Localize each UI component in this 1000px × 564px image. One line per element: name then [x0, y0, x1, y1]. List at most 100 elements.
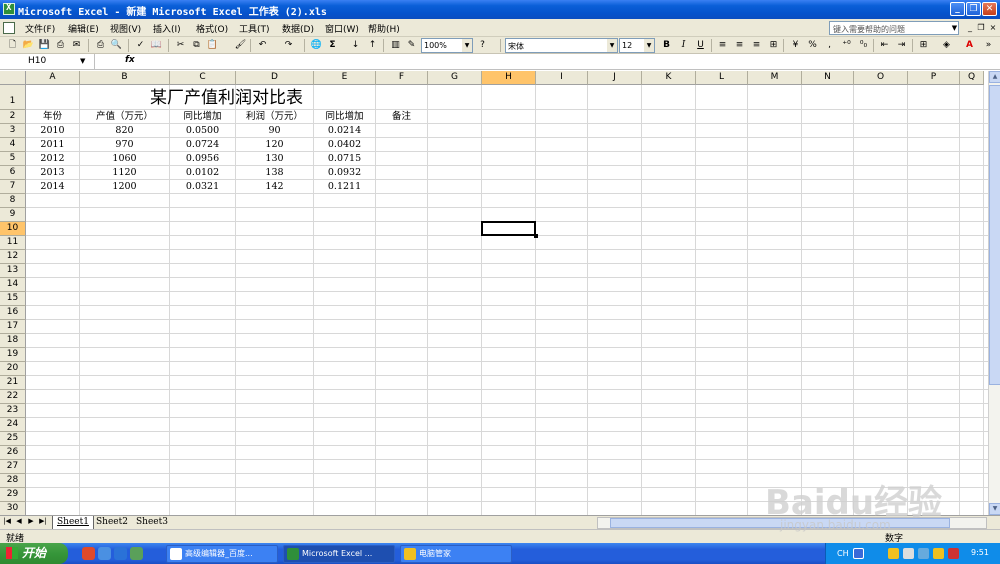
column-header-p[interactable]: P	[908, 71, 960, 85]
header-cell[interactable]: 同比增加	[314, 110, 375, 123]
name-box[interactable]: H10 ▼	[0, 54, 95, 69]
data-cell[interactable]: 90	[236, 124, 313, 137]
data-cell[interactable]: 0.0715	[314, 152, 375, 165]
column-header-g[interactable]: G	[428, 71, 482, 85]
start-button[interactable]: 开始	[0, 543, 68, 564]
data-cell[interactable]: 130	[236, 152, 313, 165]
font-name-select[interactable]: 宋体 ▼	[505, 38, 618, 53]
data-cell[interactable]: 2012	[26, 152, 79, 165]
autosum-icon[interactable]: Σ	[326, 39, 339, 52]
column-header-a[interactable]: A	[26, 71, 80, 85]
chevron-down-icon[interactable]: ▼	[950, 21, 959, 35]
volume-icon[interactable]	[918, 548, 929, 559]
close-button[interactable]: ✕	[982, 2, 997, 16]
undo-icon[interactable]: ↶	[256, 39, 269, 52]
column-header-c[interactable]: C	[170, 71, 236, 85]
row-header-7[interactable]: 7	[0, 180, 26, 194]
row-header-21[interactable]: 21	[0, 376, 26, 390]
scroll-down-icon[interactable]: ▼	[989, 503, 1000, 515]
taskbar-item-editor[interactable]: 高级编辑器_百度...	[166, 545, 278, 563]
row-header-17[interactable]: 17	[0, 320, 26, 334]
zoom-select[interactable]: 100% ▼	[421, 38, 473, 53]
sort-descending-icon[interactable]: ↑	[366, 39, 379, 52]
row-header-1[interactable]: 1	[0, 85, 26, 110]
row-header-22[interactable]: 22	[0, 390, 26, 404]
worksheet-grid[interactable]: 某厂产值利润对比表 年份 产值（万元） 同比增加 利润（万元） 同比增加 备注 2010 820…	[26, 85, 988, 515]
paste-icon[interactable]: 📋	[206, 39, 219, 52]
row-header-20[interactable]: 20	[0, 362, 26, 376]
column-header-o[interactable]: O	[854, 71, 908, 85]
column-header-n[interactable]: N	[802, 71, 854, 85]
italic-button[interactable]: I	[677, 39, 690, 52]
column-header-m[interactable]: M	[748, 71, 802, 85]
permission-icon[interactable]: ⎙	[54, 39, 67, 52]
menu-file[interactable]: 文件(F)	[25, 22, 55, 35]
document-icon[interactable]	[3, 22, 15, 34]
comma-icon[interactable]: ,	[823, 39, 836, 52]
font-color-icon[interactable]: A	[963, 39, 976, 52]
merge-center-icon[interactable]: ⊞	[767, 39, 780, 52]
percent-button[interactable]: %	[806, 39, 819, 52]
align-left-icon[interactable]: ≡	[716, 39, 729, 52]
align-right-icon[interactable]: ≡	[750, 39, 763, 52]
row-header-15[interactable]: 15	[0, 292, 26, 306]
row-header-28[interactable]: 28	[0, 474, 26, 488]
data-cell[interactable]: 820	[80, 124, 169, 137]
browser-icon[interactable]	[82, 547, 95, 560]
column-header-b[interactable]: B	[80, 71, 170, 85]
decrease-indent-icon[interactable]: ⇤	[878, 39, 891, 52]
row-header-23[interactable]: 23	[0, 404, 26, 418]
taskbar-item-pcmanager[interactable]: 电脑管家	[400, 545, 512, 563]
menu-view[interactable]: 视图(V)	[110, 22, 141, 35]
chevron-down-icon[interactable]: ▼	[80, 57, 85, 65]
format-painter-icon[interactable]: 🖌	[234, 39, 247, 52]
save-icon[interactable]: 💾	[38, 39, 51, 52]
currency-icon[interactable]: ¥	[789, 39, 802, 52]
next-sheet-icon[interactable]: ▶	[26, 517, 36, 525]
print-preview-icon[interactable]: 🔍	[110, 39, 123, 52]
print-icon[interactable]: ⎙	[94, 39, 107, 52]
ie-icon[interactable]	[114, 547, 127, 560]
data-cell[interactable]: 0.0214	[314, 124, 375, 137]
font-size-select[interactable]: 12 ▼	[619, 38, 655, 53]
data-cell[interactable]: 142	[236, 180, 313, 193]
row-header-25[interactable]: 25	[0, 432, 26, 446]
menu-window[interactable]: 窗口(W)	[325, 22, 359, 35]
data-cell[interactable]: 0.0321	[170, 180, 235, 193]
fill-color-icon[interactable]: ◈	[940, 39, 953, 52]
column-header-e[interactable]: E	[314, 71, 376, 85]
data-cell[interactable]: 0.0500	[170, 124, 235, 137]
underline-button[interactable]: U	[694, 39, 707, 52]
row-header-8[interactable]: 8	[0, 194, 26, 208]
shield-icon[interactable]	[888, 548, 899, 559]
scroll-thumb[interactable]	[989, 85, 1000, 385]
data-cell[interactable]: 0.0956	[170, 152, 235, 165]
data-cell[interactable]: 1120	[80, 166, 169, 179]
minimize-button[interactable]: _	[950, 2, 965, 16]
menu-insert[interactable]: 插入(I)	[153, 22, 181, 35]
borders-icon[interactable]: ⊞	[917, 39, 930, 52]
row-header-9[interactable]: 9	[0, 208, 26, 222]
row-header-5[interactable]: 5	[0, 152, 26, 166]
menu-help[interactable]: 帮助(H)	[368, 22, 400, 35]
mail-icon[interactable]: ✉	[70, 39, 83, 52]
sheet-title-cell[interactable]: 某厂产值利润对比表	[26, 85, 427, 109]
menu-edit[interactable]: 编辑(E)	[68, 22, 99, 35]
header-cell[interactable]: 同比增加	[170, 110, 235, 123]
data-cell[interactable]: 1200	[80, 180, 169, 193]
row-header-19[interactable]: 19	[0, 348, 26, 362]
row-header-6[interactable]: 6	[0, 166, 26, 180]
first-sheet-icon[interactable]: |◀	[2, 517, 12, 525]
increase-indent-icon[interactable]: ⇥	[895, 39, 908, 52]
data-cell[interactable]: 0.0724	[170, 138, 235, 151]
security-icon[interactable]	[948, 548, 959, 559]
column-header-j[interactable]: J	[588, 71, 642, 85]
spelling-icon[interactable]: ✓	[134, 39, 147, 52]
column-header-f[interactable]: F	[376, 71, 428, 85]
network-icon[interactable]	[903, 548, 914, 559]
excel-app-icon[interactable]	[3, 3, 15, 15]
cut-icon[interactable]: ✂	[174, 39, 187, 52]
data-cell[interactable]: 970	[80, 138, 169, 151]
hyperlink-icon[interactable]: 🌐	[310, 39, 323, 52]
align-center-icon[interactable]: ≡	[733, 39, 746, 52]
